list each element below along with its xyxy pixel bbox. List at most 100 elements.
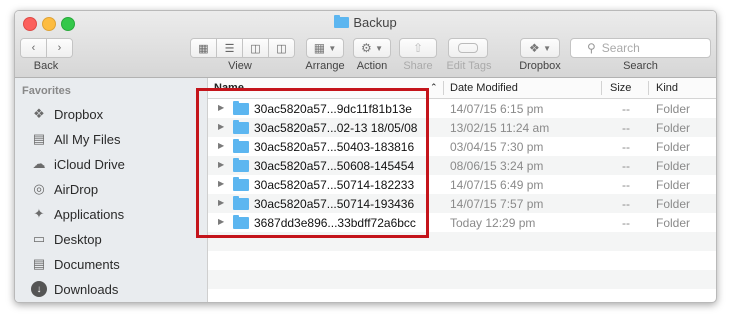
disclosure-triangle-icon[interactable]: ▶ bbox=[218, 179, 224, 188]
search-field[interactable]: ⚲ bbox=[570, 38, 711, 58]
column-header-date-modified[interactable]: Date Modified bbox=[450, 82, 518, 94]
sidebar-item-label: iCloud Drive bbox=[54, 156, 125, 172]
column-header-kind[interactable]: Kind bbox=[656, 82, 678, 94]
file-name: 3687dd3e896...33bdff72a6bcc bbox=[254, 216, 416, 230]
sidebar-item-label: Dropbox bbox=[54, 106, 104, 122]
column-header-name[interactable]: Name bbox=[214, 82, 244, 94]
disclosure-triangle-icon[interactable]: ▶ bbox=[218, 160, 224, 169]
dropbox-icon: ❖ bbox=[33, 106, 45, 121]
column-header-size[interactable]: Size bbox=[610, 82, 631, 94]
sidebar-item-label: Downloads bbox=[54, 281, 119, 297]
sidebar-item-applications[interactable]: ✦ Applications bbox=[31, 204, 203, 224]
sidebar-item-documents[interactable]: ▤ Documents bbox=[31, 254, 203, 274]
sidebar: Favorites ❖ Dropbox ▤ All My Files ☁ iCl… bbox=[15, 78, 208, 302]
list-view-button[interactable]: ☰ bbox=[217, 39, 243, 57]
desktop-icon: ▭ bbox=[32, 231, 46, 246]
sidebar-item-desktop[interactable]: ▭ Desktop bbox=[31, 229, 203, 249]
sidebar-item-downloads[interactable]: ↓ Downloads bbox=[31, 279, 203, 299]
empty-row bbox=[208, 270, 716, 289]
file-kind: Folder bbox=[656, 102, 691, 116]
sidebar-item-airdrop[interactable]: ◎ AirDrop bbox=[31, 179, 203, 199]
forward-button[interactable]: › bbox=[47, 39, 72, 57]
table-row[interactable]: ▶ 3687dd3e896...33bdff72a6bcc Today 12:2… bbox=[208, 213, 716, 232]
table-row[interactable]: ▶ 30ac5820a57...50714-182233 14/07/15 6:… bbox=[208, 175, 716, 194]
sidebar-item-label: AirDrop bbox=[54, 181, 99, 197]
file-size: -- bbox=[622, 216, 630, 230]
date-modified: 14/07/15 7:57 pm bbox=[450, 197, 544, 211]
folder-icon bbox=[233, 101, 249, 115]
date-modified: 14/07/15 6:49 pm bbox=[450, 178, 544, 192]
back-label: Back bbox=[33, 60, 59, 72]
folder-icon bbox=[233, 196, 249, 210]
file-name: 30ac5820a57...50714-193436 bbox=[254, 197, 415, 211]
empty-row bbox=[208, 232, 716, 251]
share-label: Share bbox=[403, 60, 433, 72]
share-button[interactable]: ⇧ bbox=[399, 38, 437, 58]
column-header: Name ⌃ Date Modified Size Kind bbox=[208, 78, 716, 99]
table-row[interactable]: ▶ 30ac5820a57...50714-193436 14/07/15 7:… bbox=[208, 194, 716, 213]
toolbar: Backup ‹ › Back ▦ ☰ ◫ ◫ View ▦ ▼ Arrange… bbox=[15, 11, 716, 78]
disclosure-triangle-icon[interactable]: ▶ bbox=[218, 122, 224, 131]
disclosure-triangle-icon[interactable]: ▶ bbox=[218, 198, 224, 207]
icon-view-button[interactable]: ▦ bbox=[191, 39, 217, 57]
file-name: 30ac5820a57...50608-145454 bbox=[254, 159, 415, 173]
column-divider[interactable] bbox=[443, 81, 444, 95]
column-divider[interactable] bbox=[601, 81, 602, 95]
arrange-button[interactable]: ▦ ▼ bbox=[306, 38, 344, 58]
action-button[interactable]: ⚙ ▼ bbox=[353, 38, 391, 58]
column-view-button[interactable]: ◫ bbox=[243, 39, 269, 57]
documents-icon: ▤ bbox=[32, 256, 46, 271]
gear-icon: ⚙ bbox=[360, 41, 372, 55]
folder-icon bbox=[233, 177, 249, 191]
file-size: -- bbox=[622, 178, 630, 192]
folder-icon bbox=[334, 15, 350, 28]
sidebar-item-icloud-drive[interactable]: ☁ iCloud Drive bbox=[31, 154, 203, 174]
chevron-down-icon: ▼ bbox=[375, 43, 384, 53]
sidebar-item-dropbox[interactable]: ❖ Dropbox bbox=[31, 104, 203, 124]
sidebar-item-label: Documents bbox=[54, 256, 120, 272]
table-row[interactable]: ▶ 30ac5820a57...02-13 18/05/08 13/02/15 … bbox=[208, 118, 716, 137]
window-title: Backup bbox=[15, 15, 716, 30]
back-button[interactable]: ‹ bbox=[21, 39, 47, 57]
grid-icon: ▦ bbox=[191, 39, 216, 57]
folder-icon bbox=[233, 215, 249, 229]
file-kind: Folder bbox=[656, 140, 691, 154]
tag-icon bbox=[458, 43, 478, 53]
view-control: ▦ ☰ ◫ ◫ bbox=[190, 38, 295, 58]
folder-icon bbox=[233, 158, 249, 172]
dropbox-icon: ❖ bbox=[528, 41, 540, 55]
sidebar-item-all-my-files[interactable]: ▤ All My Files bbox=[31, 129, 203, 149]
search-label: Search bbox=[623, 60, 658, 72]
file-size: -- bbox=[622, 102, 630, 116]
applications-icon: ✦ bbox=[33, 206, 45, 221]
chevron-right-icon: › bbox=[47, 39, 72, 57]
sidebar-item-label: Desktop bbox=[54, 231, 102, 247]
date-modified: 08/06/15 3:24 pm bbox=[450, 159, 544, 173]
view-label: View bbox=[228, 60, 252, 72]
file-size: -- bbox=[622, 140, 630, 154]
edit-tags-button[interactable] bbox=[448, 38, 488, 58]
table-row[interactable]: ▶ 30ac5820a57...50608-145454 08/06/15 3:… bbox=[208, 156, 716, 175]
sidebar-item-label: All My Files bbox=[54, 131, 121, 147]
disclosure-triangle-icon[interactable]: ▶ bbox=[218, 103, 224, 112]
cover-flow-button[interactable]: ◫ bbox=[269, 39, 294, 57]
back-forward-control: ‹ › bbox=[20, 38, 73, 58]
column-divider[interactable] bbox=[648, 81, 649, 95]
cloud-icon: ☁ bbox=[32, 156, 46, 171]
columns-icon: ◫ bbox=[243, 39, 268, 57]
disclosure-triangle-icon[interactable]: ▶ bbox=[218, 141, 224, 150]
file-size: -- bbox=[622, 121, 630, 135]
chevron-down-icon: ▼ bbox=[328, 43, 337, 53]
search-input[interactable] bbox=[599, 40, 694, 56]
table-row[interactable]: ▶ 30ac5820a57...50403-183816 03/04/15 7:… bbox=[208, 137, 716, 156]
file-name: 30ac5820a57...02-13 18/05/08 bbox=[254, 121, 418, 135]
dropbox-toolbar-button[interactable]: ❖ ▼ bbox=[520, 38, 560, 58]
edit-tags-label: Edit Tags bbox=[446, 60, 492, 72]
file-kind: Folder bbox=[656, 121, 691, 135]
sort-ascending-icon: ⌃ bbox=[430, 82, 438, 92]
file-kind: Folder bbox=[656, 216, 691, 230]
table-row[interactable]: ▶ 30ac5820a57...9dc11f81b13e 14/07/15 6:… bbox=[208, 99, 716, 118]
disclosure-triangle-icon[interactable]: ▶ bbox=[218, 217, 224, 226]
action-label: Action bbox=[356, 60, 388, 72]
sidebar-heading: Favorites bbox=[22, 85, 71, 97]
